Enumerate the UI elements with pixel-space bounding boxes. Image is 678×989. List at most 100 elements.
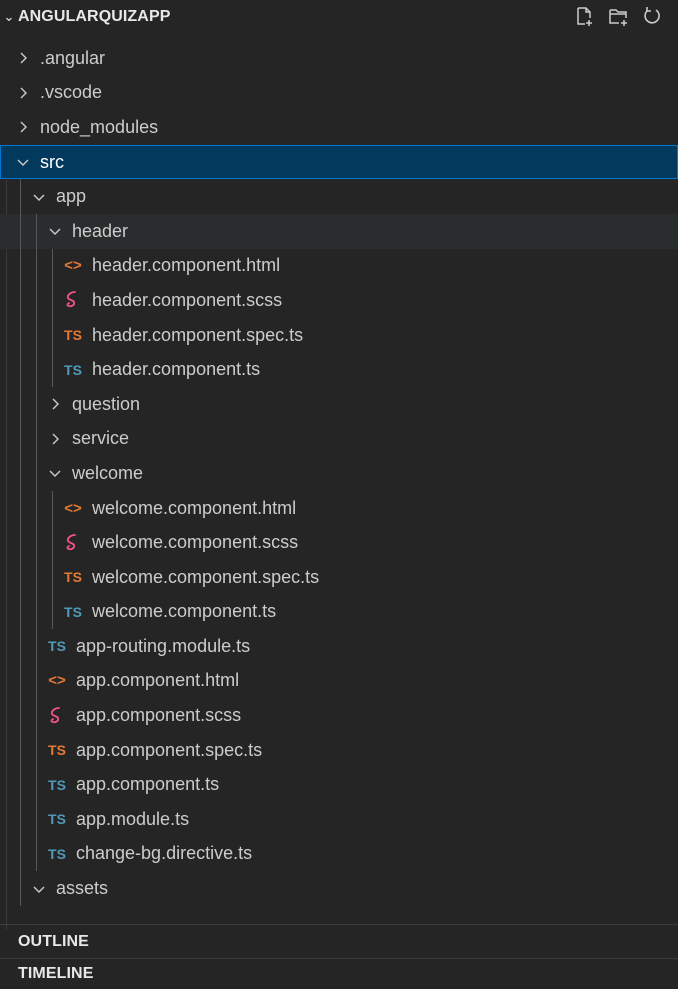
indent-guide (20, 213, 21, 249)
file-welcome-component-ts[interactable]: TS welcome.component.ts (0, 594, 678, 630)
scss-file-icon (46, 706, 68, 726)
tree-item-label: src (40, 151, 64, 172)
file-app-component-scss[interactable]: app.component.scss (0, 698, 678, 733)
outline-panel-header[interactable]: OUTLINE (0, 925, 678, 958)
file-app-routing-module-ts[interactable]: TS app-routing.module.ts (0, 629, 678, 664)
tree-item-label: app (56, 186, 87, 207)
chevron-right-icon[interactable] (46, 395, 64, 413)
chevron-down-icon[interactable] (46, 464, 64, 482)
tree-item-label: welcome.component.ts (92, 601, 277, 622)
indent-guide (20, 317, 21, 353)
folder-service[interactable]: service (0, 421, 678, 457)
indent-guide (20, 871, 21, 906)
tree-item-label: app.component.scss (76, 705, 242, 726)
folder-angular[interactable]: .angular (0, 41, 678, 76)
indent-guide (36, 698, 37, 733)
file-app-component-html[interactable]: <> app.component.html (0, 663, 678, 699)
folder-vscode[interactable]: .vscode (0, 76, 678, 111)
explorer-section-header[interactable]: ⌄ ANGULARQUIZAPP (0, 0, 678, 34)
indent-guide (36, 525, 37, 560)
chevron-down-icon[interactable] (30, 880, 48, 898)
file-tree: .angular .vscode node_modulessrc app header <… (0, 41, 678, 906)
indent-guide (52, 490, 53, 526)
tree-item-label: app-routing.module.ts (76, 635, 251, 656)
indent-guide (36, 213, 37, 249)
file-app-component-spec-ts[interactable]: TS app.component.spec.ts (0, 732, 678, 768)
refresh-icon[interactable] (640, 4, 664, 28)
tree-item-label: question (72, 393, 141, 414)
typescript-file-icon: TS (48, 776, 66, 793)
file-header-component-scss[interactable]: header.component.scss (0, 283, 678, 318)
tree-item-label: .vscode (40, 82, 103, 103)
folder-src[interactable]: src (0, 144, 678, 180)
outline-panel-title: OUTLINE (18, 932, 89, 950)
indent-guide (36, 456, 37, 491)
scss-file-icon (62, 533, 84, 553)
indent-guide (20, 352, 21, 387)
file-header-component-html[interactable]: <> header.component.html (0, 248, 678, 284)
indent-guide (36, 490, 37, 526)
chevron-right-icon[interactable] (14, 84, 32, 102)
file-welcome-component-html[interactable]: <> welcome.component.html (0, 490, 678, 526)
scss-file-icon (62, 290, 84, 310)
folder-question[interactable]: question (0, 386, 678, 422)
indent-guide (20, 386, 21, 422)
file-app-component-ts[interactable]: TS app.component.ts (0, 767, 678, 803)
chevron-right-icon[interactable] (14, 118, 32, 136)
folder-welcome[interactable]: welcome (0, 456, 678, 491)
folder-app[interactable]: app (0, 179, 678, 214)
tree-item-label: header (72, 220, 129, 241)
indent-guide (52, 352, 53, 387)
file-welcome-component-scss[interactable]: welcome.component.scss (0, 525, 678, 560)
indent-guide (52, 248, 53, 284)
tree-item-label: change-bg.directive.ts (76, 843, 253, 864)
chevron-right-icon[interactable] (46, 430, 64, 448)
file-header-component-spec-ts[interactable]: TS header.component.spec.ts (0, 317, 678, 353)
indent-guide (20, 629, 21, 664)
indent-guide (36, 663, 37, 699)
indent-guide (36, 629, 37, 664)
tree-item-label: app.component.html (76, 670, 240, 691)
timeline-panel-header[interactable]: TIMELINE (0, 959, 678, 989)
file-app-module-ts[interactable]: TS app.module.ts (0, 802, 678, 837)
tree-item-label: app.component.spec.ts (76, 739, 263, 760)
indent-guide (20, 836, 21, 872)
indent-guide (36, 732, 37, 768)
indent-guide (52, 525, 53, 560)
indent-guide (20, 559, 21, 595)
chevron-down-icon[interactable] (46, 222, 64, 240)
folder-node-modules[interactable]: node_modules (0, 110, 678, 145)
typescript-spec-file-icon: TS (64, 569, 82, 586)
tree-item-label: welcome.component.scss (92, 532, 299, 553)
chevron-down-icon[interactable] (14, 153, 32, 171)
indent-guide (36, 352, 37, 387)
new-file-icon[interactable] (572, 4, 596, 28)
file-header-component-ts[interactable]: TS header.component.ts (0, 352, 678, 387)
explorer-actions (572, 4, 664, 28)
tree-item-label: welcome.component.html (92, 497, 297, 518)
folder-header[interactable]: header (0, 213, 678, 249)
new-folder-icon[interactable] (606, 4, 630, 28)
tree-item-label: header.component.scss (92, 289, 283, 310)
tree-item-label: node_modules (40, 116, 159, 137)
indent-guide (20, 283, 21, 318)
indent-guide (36, 421, 37, 457)
collapse-caret-icon: ⌄ (3, 9, 15, 24)
indent-guide (20, 802, 21, 837)
chevron-down-icon[interactable] (30, 188, 48, 206)
file-welcome-component-spec-ts[interactable]: TS welcome.component.spec.ts (0, 559, 678, 595)
typescript-file-icon: TS (64, 603, 82, 620)
typescript-file-icon: TS (48, 811, 66, 828)
tree-item-label: header.component.html (92, 255, 281, 276)
indent-guide (36, 283, 37, 318)
indent-guide (20, 421, 21, 457)
chevron-right-icon[interactable] (14, 49, 32, 67)
html-file-icon: <> (64, 499, 82, 517)
indent-guide (20, 732, 21, 768)
folder-assets[interactable]: assets (0, 871, 678, 906)
file-change-bg-directive-ts[interactable]: TS change-bg.directive.ts (0, 836, 678, 872)
indent-guide (20, 594, 21, 630)
typescript-spec-file-icon: TS (48, 742, 66, 759)
indent-guide (52, 317, 53, 353)
tree-item-label: welcome (72, 462, 144, 483)
